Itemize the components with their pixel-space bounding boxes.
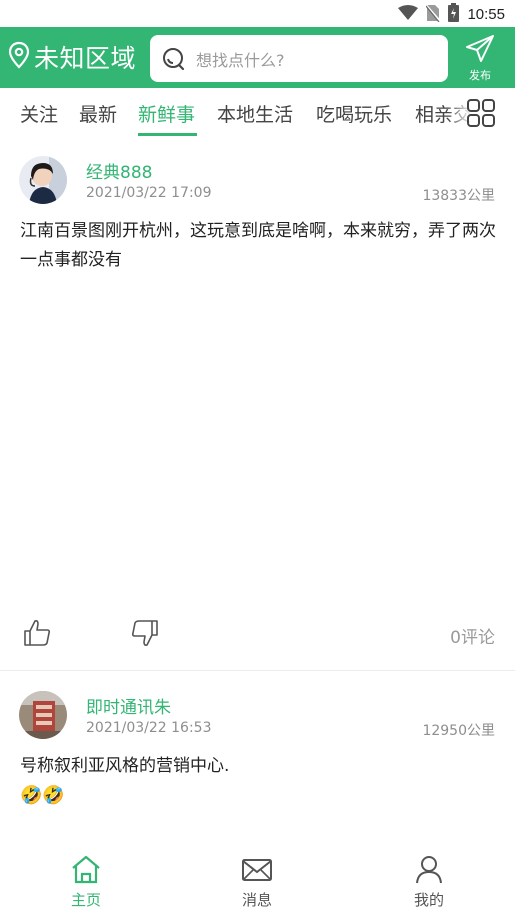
bottom-nav: 主页 消息 我的: [0, 848, 515, 915]
post-content: 江南百景图刚开杭州，这玩意到底是啥啊，本来就穷，弄了两次一点事都没有: [20, 221, 496, 270]
post-time: 2021/03/22 17:09: [86, 185, 212, 201]
avatar[interactable]: [19, 691, 67, 739]
nav-messages[interactable]: 消息: [212, 854, 302, 910]
location-label: 未知区域: [34, 44, 137, 73]
post-content: 号称叙利亚风格的营销中心.: [20, 756, 230, 776]
post-divider: [0, 670, 515, 671]
wifi-icon: [398, 4, 419, 25]
tab-latest[interactable]: 最新: [79, 100, 117, 127]
nav-messages-label: 消息: [241, 891, 272, 909]
location-pin-icon: [8, 41, 30, 73]
post-emoji: 🤣🤣: [20, 785, 65, 806]
post-username[interactable]: 经典888: [86, 158, 152, 183]
tab-local-life[interactable]: 本地生活: [217, 100, 293, 127]
avatar[interactable]: [19, 156, 67, 204]
like-button[interactable]: [22, 618, 52, 652]
grid-menu-icon[interactable]: [466, 98, 496, 132]
status-time: 10:55: [467, 6, 505, 23]
tab-follow[interactable]: 关注: [20, 100, 58, 127]
post-distance: 12950公里: [422, 723, 495, 739]
publish-button[interactable]: 发布: [458, 33, 502, 85]
post-distance: 13833公里: [422, 188, 495, 204]
mail-icon: [241, 859, 273, 888]
status-bar: 10:55: [0, 0, 515, 27]
publish-label: 发布: [469, 69, 491, 82]
category-tabs: 关注 最新 新鲜事 本地生活 吃喝玩乐 相亲交友: [0, 88, 515, 138]
search-input[interactable]: 想找点什么?: [150, 35, 448, 82]
battery-icon: [448, 3, 460, 26]
post-card[interactable]: 经典888 2021/03/22 17:09 13833公里 江南百景图刚开杭州…: [0, 150, 515, 670]
location-selector[interactable]: 未知区域: [8, 39, 136, 75]
no-sim-icon: [425, 3, 442, 26]
nav-mine-label: 我的: [413, 891, 444, 909]
post-username[interactable]: 即时通讯朱: [86, 693, 171, 718]
tab-fresh[interactable]: 新鲜事: [138, 100, 195, 127]
nav-home[interactable]: 主页: [41, 854, 131, 910]
nav-home-label: 主页: [70, 891, 101, 909]
search-icon: [162, 47, 186, 71]
nav-mine[interactable]: 我的: [384, 854, 474, 910]
active-tab-indicator: [138, 133, 197, 136]
person-icon: [413, 856, 445, 888]
post-card[interactable]: 即时通讯朱 2021/03/22 16:53 12950公里 号称叙利亚风格的营…: [0, 685, 515, 845]
home-icon: [70, 855, 102, 888]
comment-count[interactable]: 0评论: [450, 623, 495, 648]
dislike-button[interactable]: [130, 618, 160, 652]
tab-food-fun[interactable]: 吃喝玩乐: [316, 100, 392, 127]
search-placeholder: 想找点什么?: [196, 50, 285, 70]
post-time: 2021/03/22 16:53: [86, 720, 212, 736]
app-header: 未知区域 想找点什么? 发布: [0, 27, 515, 88]
